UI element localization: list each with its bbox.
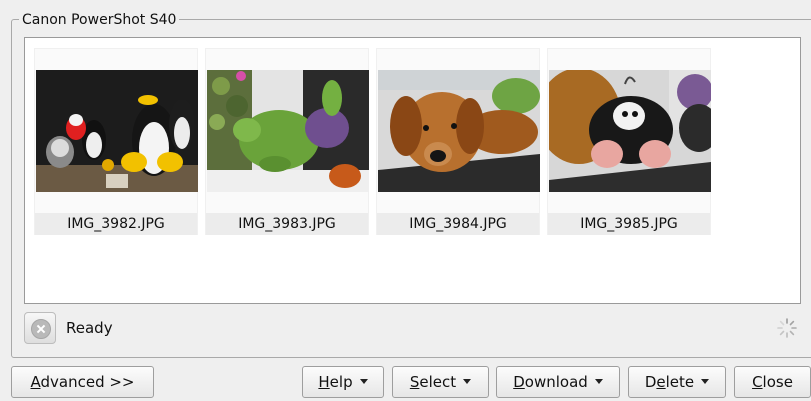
stop-button[interactable] — [24, 312, 56, 344]
photo-black-plush-image — [549, 70, 711, 192]
camera-group-title: Canon PowerShot S40 — [19, 11, 180, 29]
select-button[interactable]: Select — [392, 366, 489, 398]
stop-icon — [31, 319, 51, 339]
status-bar: Ready — [24, 312, 804, 344]
photo-penguins-image — [36, 70, 198, 192]
thumbnail-filename: IMG_3984.JPG — [377, 213, 539, 235]
chevron-down-icon — [701, 379, 710, 384]
thumbnail-item[interactable]: IMG_3985.JPG — [547, 48, 711, 235]
chevron-down-icon — [359, 379, 368, 384]
thumbnail-filename: IMG_3982.JPG — [35, 213, 197, 235]
thumbnail-view[interactable]: IMG_3982.JPG IMG_3983.JPG IMG_3984.JPG I… — [24, 37, 801, 304]
status-text: Ready — [66, 319, 113, 337]
help-button[interactable]: Help — [302, 366, 384, 398]
thumbnail-item[interactable]: IMG_3982.JPG — [34, 48, 198, 235]
download-button[interactable]: Download — [496, 366, 620, 398]
thumbnail-filename: IMG_3983.JPG — [206, 213, 368, 235]
thumbnail-item[interactable]: IMG_3983.JPG — [205, 48, 369, 235]
busy-spinner-icon — [777, 318, 797, 338]
delete-button[interactable]: Delete — [628, 366, 726, 398]
thumbnail-filename: IMG_3985.JPG — [548, 213, 710, 235]
chevron-down-icon — [594, 379, 603, 384]
photo-brown-dog-image — [378, 70, 540, 192]
close-button[interactable]: Close — [734, 366, 811, 398]
photo-green-plush-image — [207, 70, 369, 192]
advanced-button[interactable]: Advanced >> — [11, 366, 154, 398]
thumbnail-item[interactable]: IMG_3984.JPG — [376, 48, 540, 235]
chevron-down-icon — [463, 379, 472, 384]
